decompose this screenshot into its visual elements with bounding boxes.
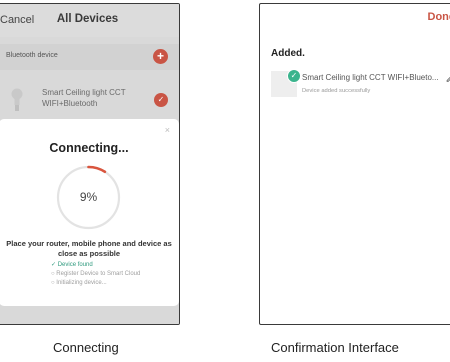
step-device-found: ✓ Device found: [51, 262, 93, 268]
page-title: All Devices: [56, 13, 119, 25]
dialog-title: Connecting...: [49, 141, 129, 155]
bulb-icon: [11, 88, 23, 111]
selected-check-icon[interactable]: ✓: [154, 93, 168, 107]
done-button[interactable]: Done: [428, 11, 450, 23]
step-initializing: ○ Initializing device...: [51, 280, 107, 286]
section-label: Bluetooth device: [6, 52, 58, 59]
connection-steps: ✓ Device found ○ Register Device to Smar…: [51, 261, 140, 288]
step-register-cloud: ○ Register Device to Smart Cloud: [51, 271, 141, 277]
connecting-dialog: × Connecting... 9% Place your router, mo…: [0, 119, 179, 306]
progress-percentage: 9%: [79, 190, 98, 204]
nav-bar: Cancel All Devices: [0, 4, 179, 37]
added-heading: Added.: [271, 48, 305, 59]
device-name: Smart Ceiling light CCT WIFI+Bluetooth: [42, 88, 126, 108]
confirmation-screen: Done Added. ✓ Smart Ceiling light CCT WI…: [259, 3, 450, 325]
success-check-icon: ✓: [287, 69, 301, 83]
caption-confirmation: Confirmation Interface: [271, 340, 399, 355]
added-device-name: Smart Ceiling light CCT WIFI+Blueto...: [302, 73, 439, 82]
add-device-button[interactable]: +: [153, 49, 168, 64]
close-icon[interactable]: ×: [165, 125, 170, 135]
connecting-screen: Cancel All Devices Bluetooth device + Sm…: [0, 3, 180, 325]
device-list-item[interactable]: Smart Ceiling light CCT WIFI+Bluetooth ✓: [0, 81, 179, 121]
caption-connecting: Connecting: [53, 340, 119, 355]
added-status: Device added successfully: [302, 88, 371, 94]
added-device-card[interactable]: ✓ Smart Ceiling light CCT WIFI+Blueto...…: [271, 68, 450, 98]
bluetooth-section-header: Bluetooth device +: [0, 44, 179, 70]
edit-pencil-icon[interactable]: [445, 72, 450, 83]
placement-hint: Place your router, mobile phone and devi…: [6, 239, 172, 258]
